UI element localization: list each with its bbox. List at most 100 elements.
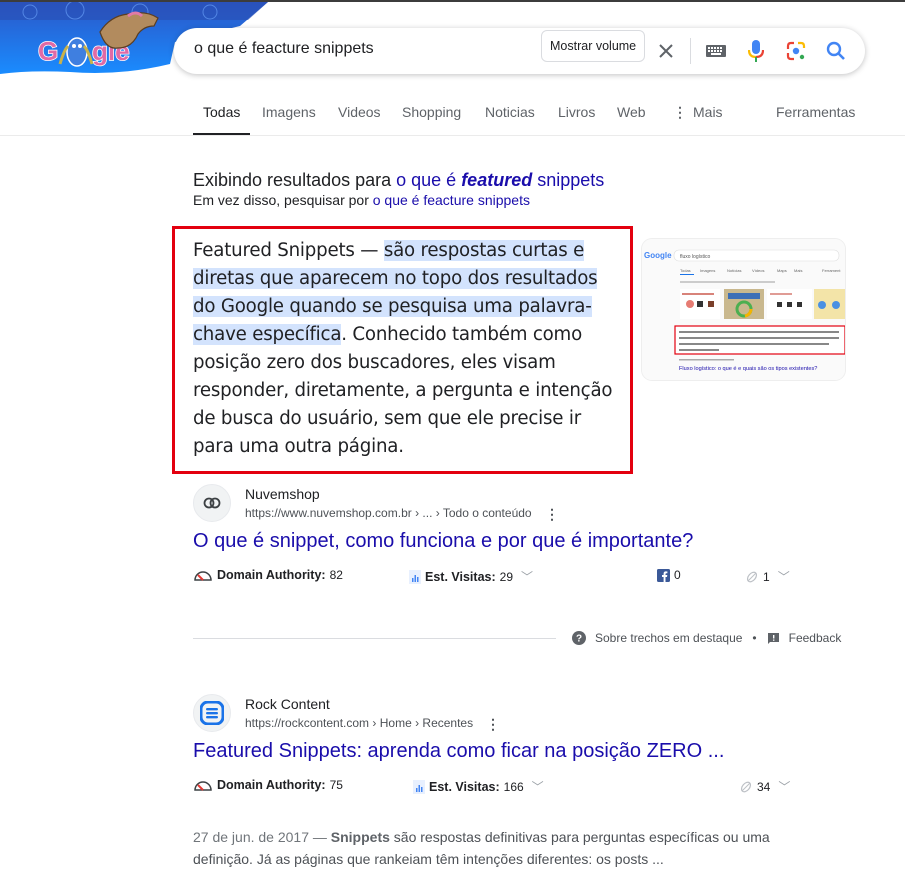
- feedback-link[interactable]: Feedback: [789, 631, 842, 645]
- result-title-link[interactable]: Featured Snippets: aprenda como ficar na…: [193, 740, 724, 763]
- result-date: 27 de jun. de 2017 —: [193, 829, 331, 845]
- search-box-divider: [690, 38, 691, 64]
- result-options-icon[interactable]: ⋮: [486, 716, 500, 733]
- backlinks[interactable]: 1 ﹀: [745, 568, 790, 585]
- estimated-visits[interactable]: Est. Visitas: 166 ﹀: [413, 778, 544, 795]
- thumb-search-text: fluxo logístico: [680, 254, 711, 260]
- tab-todas[interactable]: Todas: [192, 104, 251, 136]
- about-featured-snippets-link[interactable]: Sobre trechos em destaque: [595, 631, 742, 645]
- snippet-footer-divider: [193, 638, 556, 639]
- result-url-host: https://www.nuvemshop.com.br: [245, 506, 412, 520]
- corrected-query-link[interactable]: o que é featured snippets: [396, 170, 604, 190]
- result-options-icon[interactable]: ⋮: [545, 506, 559, 523]
- search-input[interactable]: [194, 40, 524, 58]
- link-icon: [746, 571, 758, 582]
- svg-text:Vídeos: Vídeos: [752, 268, 764, 273]
- facebook-count: 0: [674, 568, 681, 582]
- showing-prefix: Exibindo resultados para: [193, 170, 397, 190]
- more-vert-icon: ⋮: [673, 104, 687, 120]
- thumb-link-title: Fluxo logístico: o que é e quais são os …: [679, 366, 817, 372]
- corrected-part-a: o que é: [396, 170, 462, 190]
- result-url[interactable]: https://rockcontent.com › Home › Recente…: [245, 716, 473, 730]
- rockcontent-favicon: [193, 694, 231, 732]
- link-icon: [740, 781, 752, 792]
- svg-text:Ferrament: Ferrament: [822, 268, 841, 273]
- backlinks-count: 1: [763, 569, 770, 584]
- tab-noticias[interactable]: Noticias: [485, 104, 535, 136]
- help-icon: ?: [572, 631, 586, 645]
- google-lens-icon[interactable]: [782, 37, 810, 65]
- visits-value: 166: [503, 779, 524, 794]
- search-tabs: Todas Imagens Videos Shopping Noticias L…: [0, 104, 905, 136]
- seo-metrics-bar: Domain Authority: 75 Est. Visitas: 166 ﹀ 34…: [193, 778, 793, 798]
- chevron-down-icon: ﹀: [778, 780, 791, 794]
- svg-text:Mais: Mais: [794, 268, 802, 273]
- result-url-crumbs: › ... › Todo o conteúdo: [411, 506, 532, 520]
- corrected-part-c: snippets: [532, 170, 605, 190]
- featured-snippet-text: Featured Snippets — são respostas curtas…: [193, 237, 623, 461]
- keyboard-icon[interactable]: [702, 37, 730, 65]
- estimated-visits[interactable]: Est. Visitas: 29 ﹀: [409, 568, 533, 585]
- result-url-crumbs: › Home › Recentes: [369, 716, 474, 730]
- result-title-link[interactable]: O que é snippet, como funciona e por que…: [193, 530, 693, 553]
- search-box[interactable]: Mostrar volume: [174, 28, 865, 74]
- show-volume-button[interactable]: Mostrar volume: [541, 30, 646, 62]
- domain-authority: Domain Authority: 75: [193, 778, 343, 792]
- tools-button[interactable]: Ferramentas: [776, 104, 855, 136]
- chevron-down-icon: ﹀: [531, 780, 544, 794]
- snippet-footer: ? Sobre trechos em destaque • Feedback: [572, 631, 841, 645]
- result-site-name[interactable]: Rock Content: [245, 696, 330, 712]
- gauge-icon: [194, 781, 212, 791]
- original-query-link[interactable]: o que é feacture snippets: [373, 192, 530, 208]
- svg-text:Google: Google: [644, 251, 672, 260]
- gauge-icon: [194, 571, 212, 581]
- tab-shopping[interactable]: Shopping: [402, 104, 461, 136]
- svg-text:Maps: Maps: [777, 268, 787, 273]
- facebook-icon: [657, 568, 670, 582]
- showing-results-for: Exibindo resultados para o que é feature…: [193, 170, 604, 191]
- da-value: 75: [329, 778, 343, 792]
- domain-authority: Domain Authority: 82: [193, 568, 343, 582]
- tab-mais[interactable]: ⋮ Mais: [673, 104, 723, 136]
- result-desc-bold: Snippets: [330, 829, 390, 845]
- tab-livros[interactable]: Livros: [558, 104, 595, 136]
- feedback-icon: [767, 632, 779, 644]
- facebook-shares: 0: [657, 568, 681, 582]
- result-url[interactable]: https://www.nuvemshop.com.br › ... › Tod…: [245, 506, 532, 520]
- visits-value: 29: [499, 569, 513, 584]
- result-description: 27 de jun. de 2017 — Snippets são respos…: [193, 826, 793, 870]
- search-instead: Em vez disso, pesquisar por o que é feac…: [193, 192, 530, 208]
- visits-label: Est. Visitas:: [429, 779, 500, 794]
- corrected-term: featured: [461, 170, 533, 190]
- chevron-down-icon: ﹀: [521, 570, 534, 584]
- svg-text:Todas: Todas: [680, 268, 691, 273]
- bar-chart-icon: [409, 569, 421, 584]
- tab-videos[interactable]: Videos: [338, 104, 381, 136]
- visits-label: Est. Visitas:: [425, 569, 496, 584]
- nuvemshop-favicon: [193, 484, 231, 522]
- seo-metrics-bar: Domain Authority: 82 Est. Visitas: 29 ﹀ 0 1…: [193, 568, 793, 588]
- bar-chart-icon: [413, 779, 425, 794]
- microphone-icon[interactable]: [742, 37, 770, 65]
- backlinks-count: 34: [757, 779, 771, 794]
- chevron-down-icon: ﹀: [777, 570, 790, 584]
- tab-web[interactable]: Web: [617, 104, 646, 136]
- footer-dot-separator: •: [752, 631, 757, 645]
- result-url-host: https://rockcontent.com: [245, 716, 370, 730]
- close-icon[interactable]: [652, 37, 680, 65]
- svg-text:Notícias: Notícias: [727, 268, 741, 273]
- tabs-divider: [0, 135, 905, 136]
- search-result: Rock Content https://rockcontent.com › H…: [193, 694, 853, 804]
- instead-prefix: Em vez disso, pesquisar por: [193, 192, 373, 208]
- snippet-lead: Featured Snippets —: [193, 240, 384, 261]
- search-icon[interactable]: [822, 37, 850, 65]
- featured-snippet-thumbnail[interactable]: Google fluxo logístico Todas Imagens Notíc…: [642, 239, 845, 380]
- svg-text:Imagens: Imagens: [700, 268, 715, 273]
- da-label: Domain Authority:: [217, 778, 326, 792]
- tab-imagens[interactable]: Imagens: [262, 104, 316, 136]
- backlinks[interactable]: 34 ﹀: [739, 778, 790, 795]
- svg-text:G: G: [38, 36, 58, 66]
- da-label: Domain Authority:: [217, 568, 326, 582]
- svg-text:?: ?: [576, 634, 582, 645]
- result-site-name[interactable]: Nuvemshop: [245, 486, 320, 502]
